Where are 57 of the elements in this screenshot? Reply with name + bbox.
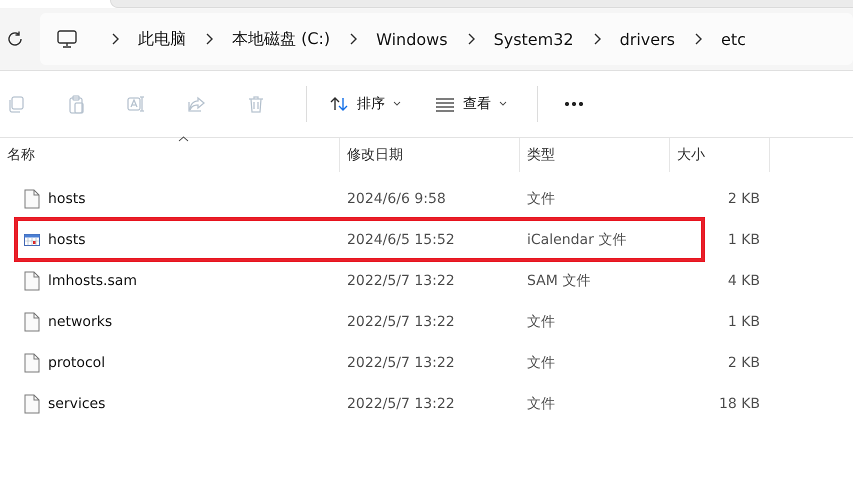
file-icon: [24, 188, 40, 208]
file-icon: [24, 312, 40, 332]
breadcrumb[interactable]: 本地磁盘 (C:): [232, 28, 330, 50]
more-icon[interactable]: [564, 101, 584, 107]
breadcrumb[interactable]: System32: [494, 30, 574, 48]
file-type: 文件: [526, 190, 556, 208]
modified-date: 2022/5/7 13:22: [346, 354, 456, 370]
view-button[interactable]: 查看: [431, 88, 511, 120]
file-size: 2 KB: [726, 190, 760, 206]
chevron-icon: [348, 33, 358, 45]
breadcrumb[interactable]: Windows: [376, 30, 448, 48]
breadcrumb[interactable]: etc: [721, 30, 746, 48]
monitor-icon: [56, 28, 78, 50]
modified-date: 2024/6/5 15:52: [346, 232, 456, 248]
breadcrumb[interactable]: drivers: [620, 30, 675, 48]
column-header[interactable]: 名称: [0, 138, 340, 172]
file-size: 18 KB: [718, 396, 760, 412]
modified-date: 2022/5/7 13:22: [346, 314, 456, 330]
file-type: iCalendar 文件: [526, 230, 628, 248]
file-icon: [24, 352, 40, 372]
file-type: 文件: [526, 312, 556, 330]
chevron-icon: [204, 33, 214, 45]
file-icon: [24, 270, 40, 290]
refresh-icon[interactable]: [6, 30, 24, 48]
file-name[interactable]: services: [48, 396, 106, 412]
file-type: SAM 文件: [526, 272, 592, 290]
delete-icon: [246, 94, 266, 114]
file-type: 文件: [526, 394, 556, 412]
column-header[interactable]: 大小: [670, 138, 770, 172]
caret-icon: [499, 101, 507, 107]
modified-date: 2022/5/7 13:22: [346, 396, 456, 412]
rename-icon: [126, 94, 146, 114]
caret-icon: [393, 101, 401, 107]
file-size: 1 KB: [726, 232, 760, 248]
file-name[interactable]: protocol: [48, 354, 106, 370]
chevron-icon: [592, 33, 602, 45]
address-bar[interactable]: 此电脑 本地磁盘 (C:) Windows System32 drivers etc: [40, 13, 853, 65]
file-size: 2 KB: [726, 354, 760, 370]
file-name[interactable]: lmhosts.sam: [48, 272, 138, 288]
sort-indicator-icon: [178, 136, 189, 142]
chevron-icon: [466, 33, 476, 45]
column-header[interactable]: 类型: [520, 138, 670, 172]
file-name[interactable]: networks: [48, 314, 112, 330]
chevron-icon: [110, 33, 120, 45]
file-icon: [24, 394, 40, 414]
column-header[interactable]: 修改日期: [340, 138, 520, 172]
modified-date: 2024/6/6 9:58: [346, 190, 447, 206]
file-name[interactable]: hosts: [48, 190, 86, 206]
file-type: 文件: [526, 354, 556, 372]
share-icon: [186, 94, 206, 114]
file-name[interactable]: hosts: [48, 232, 86, 248]
modified-date: 2022/5/7 13:22: [346, 272, 456, 288]
breadcrumb[interactable]: 此电脑: [138, 28, 186, 50]
file-size: 1 KB: [726, 314, 760, 330]
file-size: 4 KB: [726, 272, 760, 288]
sort-button[interactable]: 排序: [325, 88, 405, 120]
chevron-icon: [693, 33, 703, 45]
